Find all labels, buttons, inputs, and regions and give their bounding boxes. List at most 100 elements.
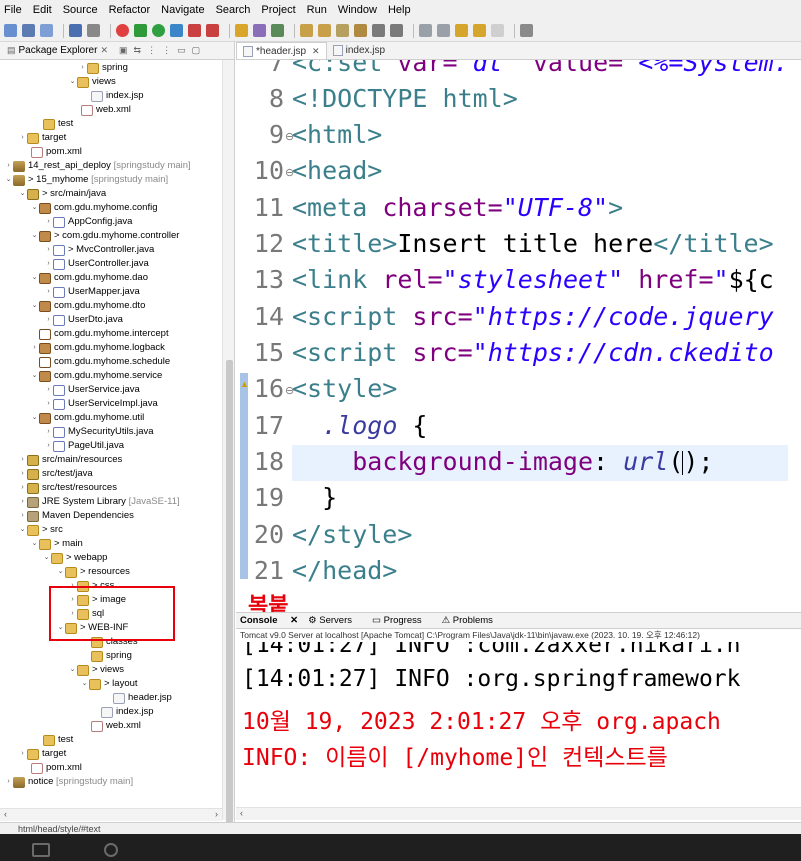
- tree-row[interactable]: web.xml: [72, 103, 131, 117]
- tree-row[interactable]: ⌄ > src: [18, 523, 63, 537]
- back-icon[interactable]: [473, 24, 486, 37]
- menu-source[interactable]: Source: [63, 4, 98, 16]
- video-off-icon[interactable]: [32, 843, 50, 857]
- scroll-right-icon[interactable]: ›: [215, 809, 218, 821]
- tree-row[interactable]: pom.xml: [22, 761, 82, 775]
- prev-annotation-icon[interactable]: [437, 24, 450, 37]
- menu-run[interactable]: Run: [307, 4, 327, 16]
- tree-row[interactable]: › JRE System Library [JavaSE-11]: [18, 495, 180, 509]
- tree-row[interactable]: › UserDto.java: [44, 313, 123, 327]
- last-edit-icon[interactable]: [455, 24, 468, 37]
- console-hscrollbar[interactable]: ‹: [236, 807, 801, 820]
- toggle-icon[interactable]: [372, 24, 385, 37]
- menu-window[interactable]: Window: [338, 4, 377, 16]
- menu-project[interactable]: Project: [261, 4, 295, 16]
- coverage-icon[interactable]: [170, 24, 183, 37]
- tree-row[interactable]: ⌄ views: [68, 75, 116, 89]
- server-icon[interactable]: [206, 24, 219, 37]
- new-package-icon[interactable]: [235, 24, 248, 37]
- tree-row[interactable]: › spring: [78, 61, 128, 75]
- pin-icon[interactable]: [390, 24, 403, 37]
- tree-row[interactable]: test: [34, 733, 73, 747]
- tab-console[interactable]: Console ✕: [240, 615, 298, 626]
- tree-row[interactable]: ⌄ com.gdu.myhome.dao: [30, 271, 148, 285]
- tree-row[interactable]: › UserService.java: [44, 383, 140, 397]
- scroll-left-icon[interactable]: ‹: [240, 808, 243, 818]
- menu-refactor[interactable]: Refactor: [109, 4, 151, 16]
- tree-row[interactable]: ⌄ > layout: [80, 677, 138, 691]
- tree-row[interactable]: test: [34, 117, 73, 131]
- minimize-icon[interactable]: ▭: [177, 45, 186, 56]
- tree-row[interactable]: index.jsp: [82, 89, 144, 103]
- debug-skip-icon[interactable]: [87, 24, 100, 37]
- tree-row[interactable]: › UserServiceImpl.java: [44, 397, 158, 411]
- menu-file[interactable]: File: [4, 4, 22, 16]
- save-all-icon[interactable]: [40, 24, 53, 37]
- tree-row[interactable]: › com.gdu.myhome.logback: [30, 341, 165, 355]
- close-icon[interactable]: ✕: [312, 46, 320, 57]
- terminal-icon[interactable]: [69, 24, 82, 37]
- editor-scrollbar[interactable]: [788, 60, 801, 606]
- new-icon[interactable]: [4, 24, 17, 37]
- forward-icon[interactable]: [491, 24, 504, 37]
- tree-row[interactable]: ⌄ com.gdu.myhome.dto: [30, 299, 145, 313]
- scroll-left-icon[interactable]: ‹: [4, 809, 7, 821]
- tree-row[interactable]: › src/test/java: [18, 467, 93, 481]
- open-type-icon[interactable]: [300, 24, 313, 37]
- view-menu-icon[interactable]: ⋮: [162, 45, 171, 56]
- new-class-icon[interactable]: [253, 24, 266, 37]
- tree-row[interactable]: › PageUtil.java: [44, 439, 124, 453]
- maximize-icon[interactable]: ▢: [192, 45, 201, 56]
- tree-row[interactable]: › > MvcController.java: [44, 243, 154, 257]
- tree-row[interactable]: ⌄ > main: [30, 537, 83, 551]
- close-icon[interactable]: ✕: [100, 45, 108, 56]
- tab-index-jsp[interactable]: index.jsp: [327, 42, 391, 59]
- tree-row[interactable]: web.xml: [82, 719, 141, 733]
- tree-row[interactable]: › target: [18, 747, 66, 761]
- external-tools-icon[interactable]: [188, 24, 201, 37]
- tree-row[interactable]: ⌄ > 15_myhome [springstudy main]: [4, 173, 168, 187]
- tree-row[interactable]: › notice [springstudy main]: [4, 775, 133, 789]
- explorer-scrollbar[interactable]: [222, 60, 234, 822]
- console-output[interactable]: [14:01:27] INFO :com.zaxxer.hikari.h [14…: [236, 642, 801, 807]
- menu-edit[interactable]: Edit: [33, 4, 52, 16]
- tree-row[interactable]: com.gdu.myhome.schedule: [30, 355, 170, 369]
- tree-row[interactable]: › src/test/resources: [18, 481, 117, 495]
- explorer-hscrollbar[interactable]: ‹ ›: [0, 808, 222, 821]
- tree-row[interactable]: header.jsp: [104, 691, 172, 705]
- new-wizard-icon[interactable]: [271, 24, 284, 37]
- save-icon[interactable]: [22, 24, 35, 37]
- tree-row[interactable]: › target: [18, 131, 66, 145]
- tree-row[interactable]: ⌄ com.gdu.myhome.config: [30, 201, 158, 215]
- mic-off-icon[interactable]: [104, 843, 118, 857]
- tree-row[interactable]: ⌄ > webapp: [42, 551, 107, 565]
- tree-row[interactable]: › AppConfig.java: [44, 215, 132, 229]
- pen-icon[interactable]: [336, 24, 349, 37]
- explorer-scroll-thumb[interactable]: [226, 360, 233, 822]
- next-annotation-icon[interactable]: [419, 24, 432, 37]
- tree-row[interactable]: ⌄ com.gdu.myhome.util: [30, 411, 144, 425]
- open-task-icon[interactable]: [318, 24, 331, 37]
- tab-header-jsp[interactable]: *header.jsp ✕: [236, 42, 327, 59]
- tab-package-explorer[interactable]: ▤ Package Explorer ✕: [4, 45, 111, 56]
- menu-help[interactable]: Help: [388, 4, 411, 16]
- link-editor-icon[interactable]: ⇆: [134, 45, 142, 56]
- perspective-icon[interactable]: [520, 24, 533, 37]
- tree-row[interactable]: › MySecurityUtils.java: [44, 425, 154, 439]
- tree-row[interactable]: spring: [82, 649, 132, 663]
- tree-row[interactable]: ⌄ > resources: [56, 565, 130, 579]
- tab-problems[interactable]: ⚠ Problems: [442, 615, 503, 626]
- tree-row[interactable]: ⌄ > com.gdu.myhome.controller: [30, 229, 179, 243]
- search-icon[interactable]: [354, 24, 367, 37]
- tree-row[interactable]: ⌄ com.gdu.myhome.service: [30, 369, 162, 383]
- tree-row[interactable]: ⌄ > views: [68, 663, 124, 677]
- menu-search[interactable]: Search: [216, 4, 251, 16]
- collapse-all-icon[interactable]: ▣: [119, 45, 128, 56]
- tree-row[interactable]: pom.xml: [22, 145, 82, 159]
- tree-row[interactable]: index.jsp: [92, 705, 154, 719]
- tree-row[interactable]: › src/main/resources: [18, 453, 122, 467]
- tree-row[interactable]: › UserMapper.java: [44, 285, 140, 299]
- tab-servers[interactable]: ⚙ Servers: [308, 615, 362, 626]
- tree-row[interactable]: › 14_rest_api_deploy [springstudy main]: [4, 159, 191, 173]
- menu-navigate[interactable]: Navigate: [161, 4, 204, 16]
